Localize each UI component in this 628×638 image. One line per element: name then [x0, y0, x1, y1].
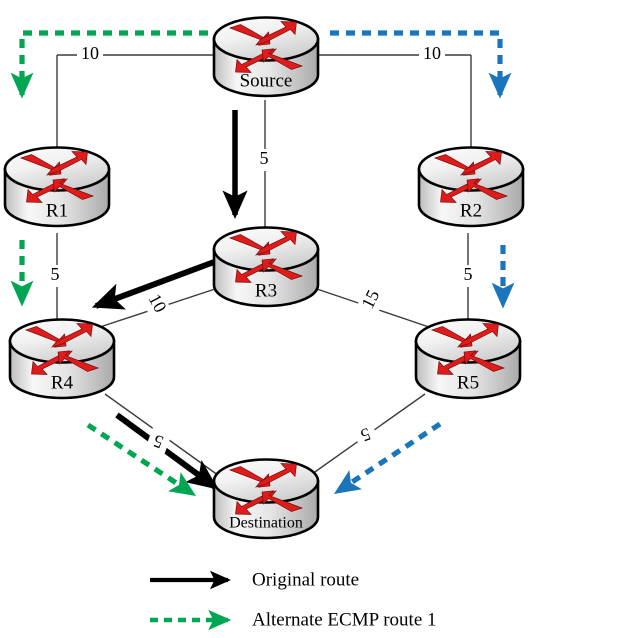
cost-label-source-r1-text: 10: [81, 43, 99, 63]
cost-label-r3-r4: 10: [140, 287, 172, 321]
cost-label-r1-r4-text: 5: [51, 264, 60, 284]
node-r1[interactable]: R1: [3, 146, 111, 228]
node-r4[interactable]: R4: [8, 318, 116, 400]
node-r4-label: R4: [51, 372, 74, 393]
node-r2[interactable]: R2: [417, 146, 525, 228]
legend-label-original: Original route: [252, 569, 359, 590]
node-r5-label: R5: [457, 372, 479, 393]
legend-item-alternate-ecmp-route-1[interactable]: Alternate ECMP route 1: [150, 609, 437, 630]
node-r5[interactable]: R5: [414, 318, 522, 400]
node-destination-label: Destination: [229, 515, 303, 532]
cost-label-source-r2-text: 10: [423, 43, 441, 63]
node-r2-label: R2: [460, 200, 482, 221]
legend-label-alternate-1: Alternate ECMP route 1: [252, 609, 437, 630]
route-alt2-source-r2: [330, 30, 512, 99]
cost-label-r2-r5-text: 5: [464, 264, 473, 284]
cost-label-source-r3-text: 5: [260, 148, 269, 168]
legend: Original route Alternate ECMP route 1: [150, 569, 437, 630]
node-r3[interactable]: R3: [212, 226, 320, 308]
node-r1-label: R1: [46, 200, 68, 221]
cost-label-r1-r4: 5: [45, 264, 65, 287]
cost-label-source-r3: 5: [254, 148, 274, 171]
node-destination[interactable]: Destination: [212, 458, 320, 540]
cost-label-source-r2: 10: [419, 43, 445, 66]
cost-label-source-r1: 10: [77, 43, 103, 66]
node-source[interactable]: Source: [212, 16, 320, 98]
route-alt2-r5-destination: [333, 421, 442, 495]
network-diagram-figure: 10 10 5 5 5 10 15 5 5 Source R1 R2 R3 R4…: [0, 0, 628, 638]
topology-canvas: 10 10 5 5 5 10 15 5 5 Source R1 R2 R3 R4…: [3, 16, 525, 630]
legend-item-original-route[interactable]: Original route: [150, 569, 359, 590]
cost-label-r2-r5: 5: [458, 264, 478, 287]
node-source-label: Source: [240, 70, 293, 91]
node-r3-label: R3: [255, 280, 277, 301]
route-alt1-source-r1: [10, 30, 208, 99]
route-alternate-2: [330, 30, 515, 495]
